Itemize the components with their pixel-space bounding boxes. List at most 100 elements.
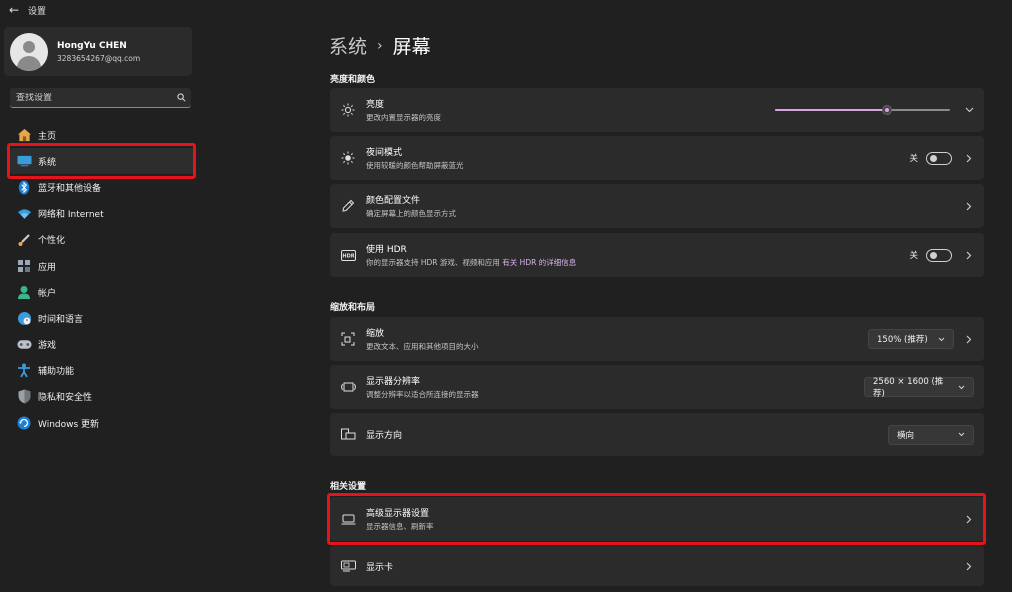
sidebar-item-system[interactable]: 系统 <box>10 148 196 175</box>
eyedropper-icon <box>330 199 366 213</box>
sidebar-item-network[interactable]: 网络和 Internet <box>10 201 196 227</box>
account-icon <box>15 284 33 300</box>
laptop-icon <box>330 514 366 525</box>
sidebar-item-label: 主页 <box>38 131 57 142</box>
scale-value: 150% (推荐) <box>877 335 928 345</box>
chevron-down-icon[interactable] <box>954 107 984 113</box>
brush-icon <box>15 232 33 248</box>
sidebar-item-personalization[interactable]: 个性化 <box>10 227 196 253</box>
sidebar-item-windows-update[interactable]: Windows 更新 <box>10 410 196 436</box>
sidebar-item-privacy[interactable]: 隐私和安全性 <box>10 384 196 410</box>
sidebar-item-label: Windows 更新 <box>38 419 100 430</box>
back-arrow-icon[interactable]: ← <box>0 3 28 17</box>
color-profile-title: 颜色配置文件 <box>366 196 421 206</box>
profile-name: HongYu CHEN <box>57 40 127 51</box>
sun-icon <box>330 103 366 117</box>
accessibility-icon <box>15 363 33 379</box>
sidebar-item-label: 游戏 <box>38 341 57 352</box>
system-icon <box>15 153 33 169</box>
scale-icon <box>330 332 366 346</box>
brightness-slider[interactable] <box>775 103 950 117</box>
hdr-toggle[interactable] <box>926 248 952 262</box>
night-light-state: 关 <box>909 154 918 164</box>
gamepad-icon <box>15 337 33 353</box>
resolution-title: 显示器分辨率 <box>366 377 421 387</box>
sidebar-item-bluetooth[interactable]: 蓝牙和其他设备 <box>10 174 196 200</box>
chevron-right-icon[interactable] <box>954 202 984 211</box>
advanced-display-card[interactable]: 高级显示器设置 显示器信息、刷新率 <box>330 497 984 541</box>
brightness-title: 亮度 <box>366 100 385 110</box>
orientation-card[interactable]: 显示方向 横向 <box>330 413 984 456</box>
section-title-scale-layout: 缩放和布局 <box>330 303 376 313</box>
sidebar-item-label: 辅助功能 <box>38 367 75 378</box>
hdr-title: 使用 HDR <box>366 245 407 255</box>
breadcrumb: 系统 › 屏幕 <box>329 32 431 59</box>
sidebar-item-accounts[interactable]: 帐户 <box>10 279 196 305</box>
title-bar: ← 设置 <box>0 0 1012 20</box>
profile-email: 3283654267@qq.com <box>57 53 141 63</box>
breadcrumb-separator: › <box>377 37 383 54</box>
apps-icon <box>15 258 33 274</box>
update-icon <box>15 415 33 431</box>
svg-text:HDR: HDR <box>342 253 354 259</box>
window-title: 设置 <box>28 6 47 17</box>
home-icon <box>15 127 33 143</box>
sidebar-item-label: 蓝牙和其他设备 <box>38 183 102 194</box>
search-input[interactable] <box>16 92 166 103</box>
chevron-right-icon[interactable] <box>954 335 984 344</box>
sidebar-item-label: 网络和 Internet <box>38 210 104 221</box>
scale-subtitle: 更改文本、应用和其他项目的大小 <box>366 342 479 351</box>
resolution-dropdown[interactable]: 2560 × 1600 (推荐) <box>864 377 974 399</box>
brightness-subtitle: 更改内置显示器的亮度 <box>366 113 441 122</box>
hdr-state: 关 <box>909 251 918 261</box>
shield-icon <box>15 389 33 405</box>
section-title-brightness-color: 亮度和颜色 <box>330 75 376 85</box>
sidebar-item-home[interactable]: 主页 <box>10 122 196 148</box>
scale-title: 缩放 <box>366 329 385 339</box>
color-profile-card[interactable]: 颜色配置文件 确定屏幕上的颜色显示方式 <box>330 184 984 228</box>
advanced-display-title: 高级显示器设置 <box>366 509 430 519</box>
resolution-subtitle: 调整分辨率以适合所连接的显示器 <box>366 390 479 399</box>
search-icon[interactable] <box>171 93 191 102</box>
sidebar-item-apps[interactable]: 应用 <box>10 253 196 279</box>
sidebar-item-label: 应用 <box>38 262 57 273</box>
sidebar-item-label: 帐户 <box>38 288 57 299</box>
night-light-toggle[interactable] <box>926 151 952 165</box>
chevron-down-icon <box>958 385 965 390</box>
chevron-right-icon[interactable] <box>954 251 984 260</box>
hdr-info-link[interactable]: 有关 HDR 的详细信息 <box>502 258 576 267</box>
resolution-card[interactable]: 显示器分辨率 调整分辨率以适合所连接的显示器 2560 × 1600 (推荐) <box>330 365 984 409</box>
sidebar-item-label: 时间和语言 <box>38 314 84 325</box>
sidebar-item-label: 个性化 <box>38 236 66 247</box>
graphics-card[interactable]: 显示卡 <box>330 546 984 586</box>
brightness-slider-thumb[interactable] <box>882 105 892 115</box>
chevron-down-icon <box>938 337 945 342</box>
sidebar-item-gaming[interactable]: 游戏 <box>10 332 196 358</box>
sidebar-item-label: 隐私和安全性 <box>38 393 93 404</box>
sidebar-item-accessibility[interactable]: 辅助功能 <box>10 358 196 384</box>
user-profile-card[interactable]: HongYu CHEN 3283654267@qq.com <box>4 27 192 76</box>
night-light-subtitle: 使用较暖的颜色帮助屏蔽蓝光 <box>366 161 464 170</box>
night-light-card[interactable]: 夜间模式 使用较暖的颜色帮助屏蔽蓝光 关 <box>330 136 984 180</box>
graphics-title: 显示卡 <box>366 562 394 573</box>
orientation-dropdown[interactable]: 横向 <box>888 424 974 445</box>
graphics-card-icon <box>330 560 366 572</box>
bluetooth-icon <box>15 179 33 195</box>
chevron-right-icon[interactable] <box>954 562 984 571</box>
scale-dropdown[interactable]: 150% (推荐) <box>868 329 954 349</box>
chevron-right-icon[interactable] <box>954 154 984 163</box>
sidebar-item-time-language[interactable]: 时间和语言 <box>10 305 196 331</box>
resolution-icon <box>330 381 366 393</box>
orientation-title: 显示方向 <box>366 431 403 441</box>
brightness-card[interactable]: 亮度 更改内置显示器的亮度 <box>330 88 984 132</box>
hdr-subtitle: 你的显示器支持 HDR 游戏、视频和应用 <box>366 258 500 267</box>
section-title-related: 相关设置 <box>330 482 367 492</box>
chevron-down-icon <box>958 432 965 437</box>
search-box[interactable] <box>10 88 191 108</box>
scale-card[interactable]: 缩放 更改文本、应用和其他项目的大小 150% (推荐) <box>330 317 984 361</box>
sidebar-item-label: 系统 <box>38 157 57 168</box>
chevron-right-icon[interactable] <box>954 515 984 524</box>
hdr-card[interactable]: HDR 使用 HDR 你的显示器支持 HDR 游戏、视频和应用 有关 HDR 的… <box>330 233 984 277</box>
breadcrumb-parent[interactable]: 系统 <box>329 32 367 59</box>
sidebar-nav: 主页 系统 蓝牙和其他设备 网络和 Internet 个性化 应用 帐户 时间和… <box>10 122 196 436</box>
